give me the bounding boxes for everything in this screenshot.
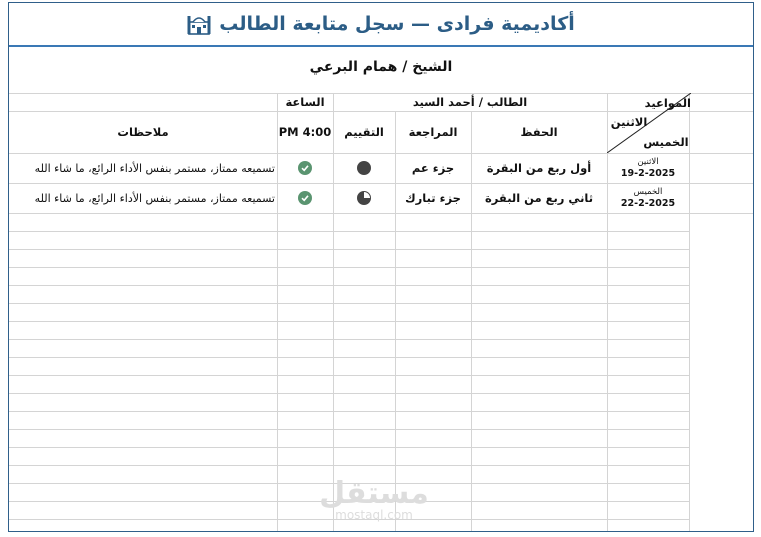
- memorization-header: الحفظ: [520, 125, 558, 139]
- status-cell: [277, 183, 333, 213]
- grid-line: [9, 303, 689, 304]
- rating-full-icon: [357, 161, 371, 175]
- review-cell: جزء عم: [411, 161, 455, 175]
- mosque-icon: [187, 16, 211, 35]
- notes-cell: تسميعه ممتاز، مستمر بنفس الأداء الرائع، …: [34, 191, 275, 205]
- day-monday-header: الاثنين: [610, 115, 648, 129]
- review-cell: جزء تبارك: [405, 191, 461, 205]
- watermark: مستقل mostaql.com: [309, 476, 439, 522]
- rating-cell: [333, 183, 395, 213]
- day-label: الاثنين: [637, 157, 659, 167]
- check-icon: [298, 161, 312, 175]
- grid-line: [9, 267, 689, 268]
- grid-line: [9, 393, 689, 394]
- rating-header: التقييم: [344, 125, 384, 139]
- sheet: أكاديمية فرادى — سجل متابعة الطالب الشيخ…: [8, 2, 754, 532]
- review-header: المراجعة: [408, 125, 458, 139]
- notes-cell: تسميعه ممتاز، مستمر بنفس الأداء الرائع، …: [34, 161, 275, 175]
- grid-line: [9, 231, 689, 232]
- page-title: أكاديمية فرادى — سجل متابعة الطالب: [219, 13, 575, 35]
- grid-line: [9, 429, 689, 430]
- day-thursday-header: الخميس: [643, 135, 689, 149]
- date-value: 19-2-2025: [620, 168, 676, 179]
- grid-line: [689, 93, 690, 531]
- grid-line: [9, 285, 689, 286]
- student-name: الطالب / أحمد السيد: [412, 95, 528, 109]
- grid-line: [9, 339, 689, 340]
- notes-header: ملاحظات: [117, 125, 169, 139]
- grid-line: [9, 375, 689, 376]
- hour-label: الساعة: [285, 95, 325, 109]
- status-cell: [277, 153, 333, 183]
- rating-three-quarter-icon: [357, 191, 371, 205]
- day-label: الخميس: [633, 187, 663, 197]
- hour-value: 4:00 PM: [278, 125, 332, 139]
- date-value: 22-2-2025: [620, 198, 676, 209]
- grid-line: [9, 465, 689, 466]
- schedule-label: المواعيد: [644, 96, 691, 110]
- rating-cell: [333, 153, 395, 183]
- sheikh-name: الشيخ / همام البرعي: [309, 59, 453, 75]
- grid-line: [9, 357, 689, 358]
- grid-line: [9, 213, 753, 214]
- grid-line: [9, 447, 689, 448]
- memorization-cell: أول ربع من البقرة: [486, 161, 592, 175]
- check-icon: [298, 191, 312, 205]
- grid-line: [9, 321, 689, 322]
- date-cell: الخميس 22-2-2025: [607, 183, 689, 213]
- date-cell: الاثنين 19-2-2025: [607, 153, 689, 183]
- memorization-cell: ثاني ربع من البقرة: [484, 191, 594, 205]
- grid-line: [9, 411, 689, 412]
- title-bar: أكاديمية فرادى — سجل متابعة الطالب: [9, 3, 753, 47]
- grid-line: [9, 249, 689, 250]
- watermark-arabic: مستقل: [319, 476, 429, 511]
